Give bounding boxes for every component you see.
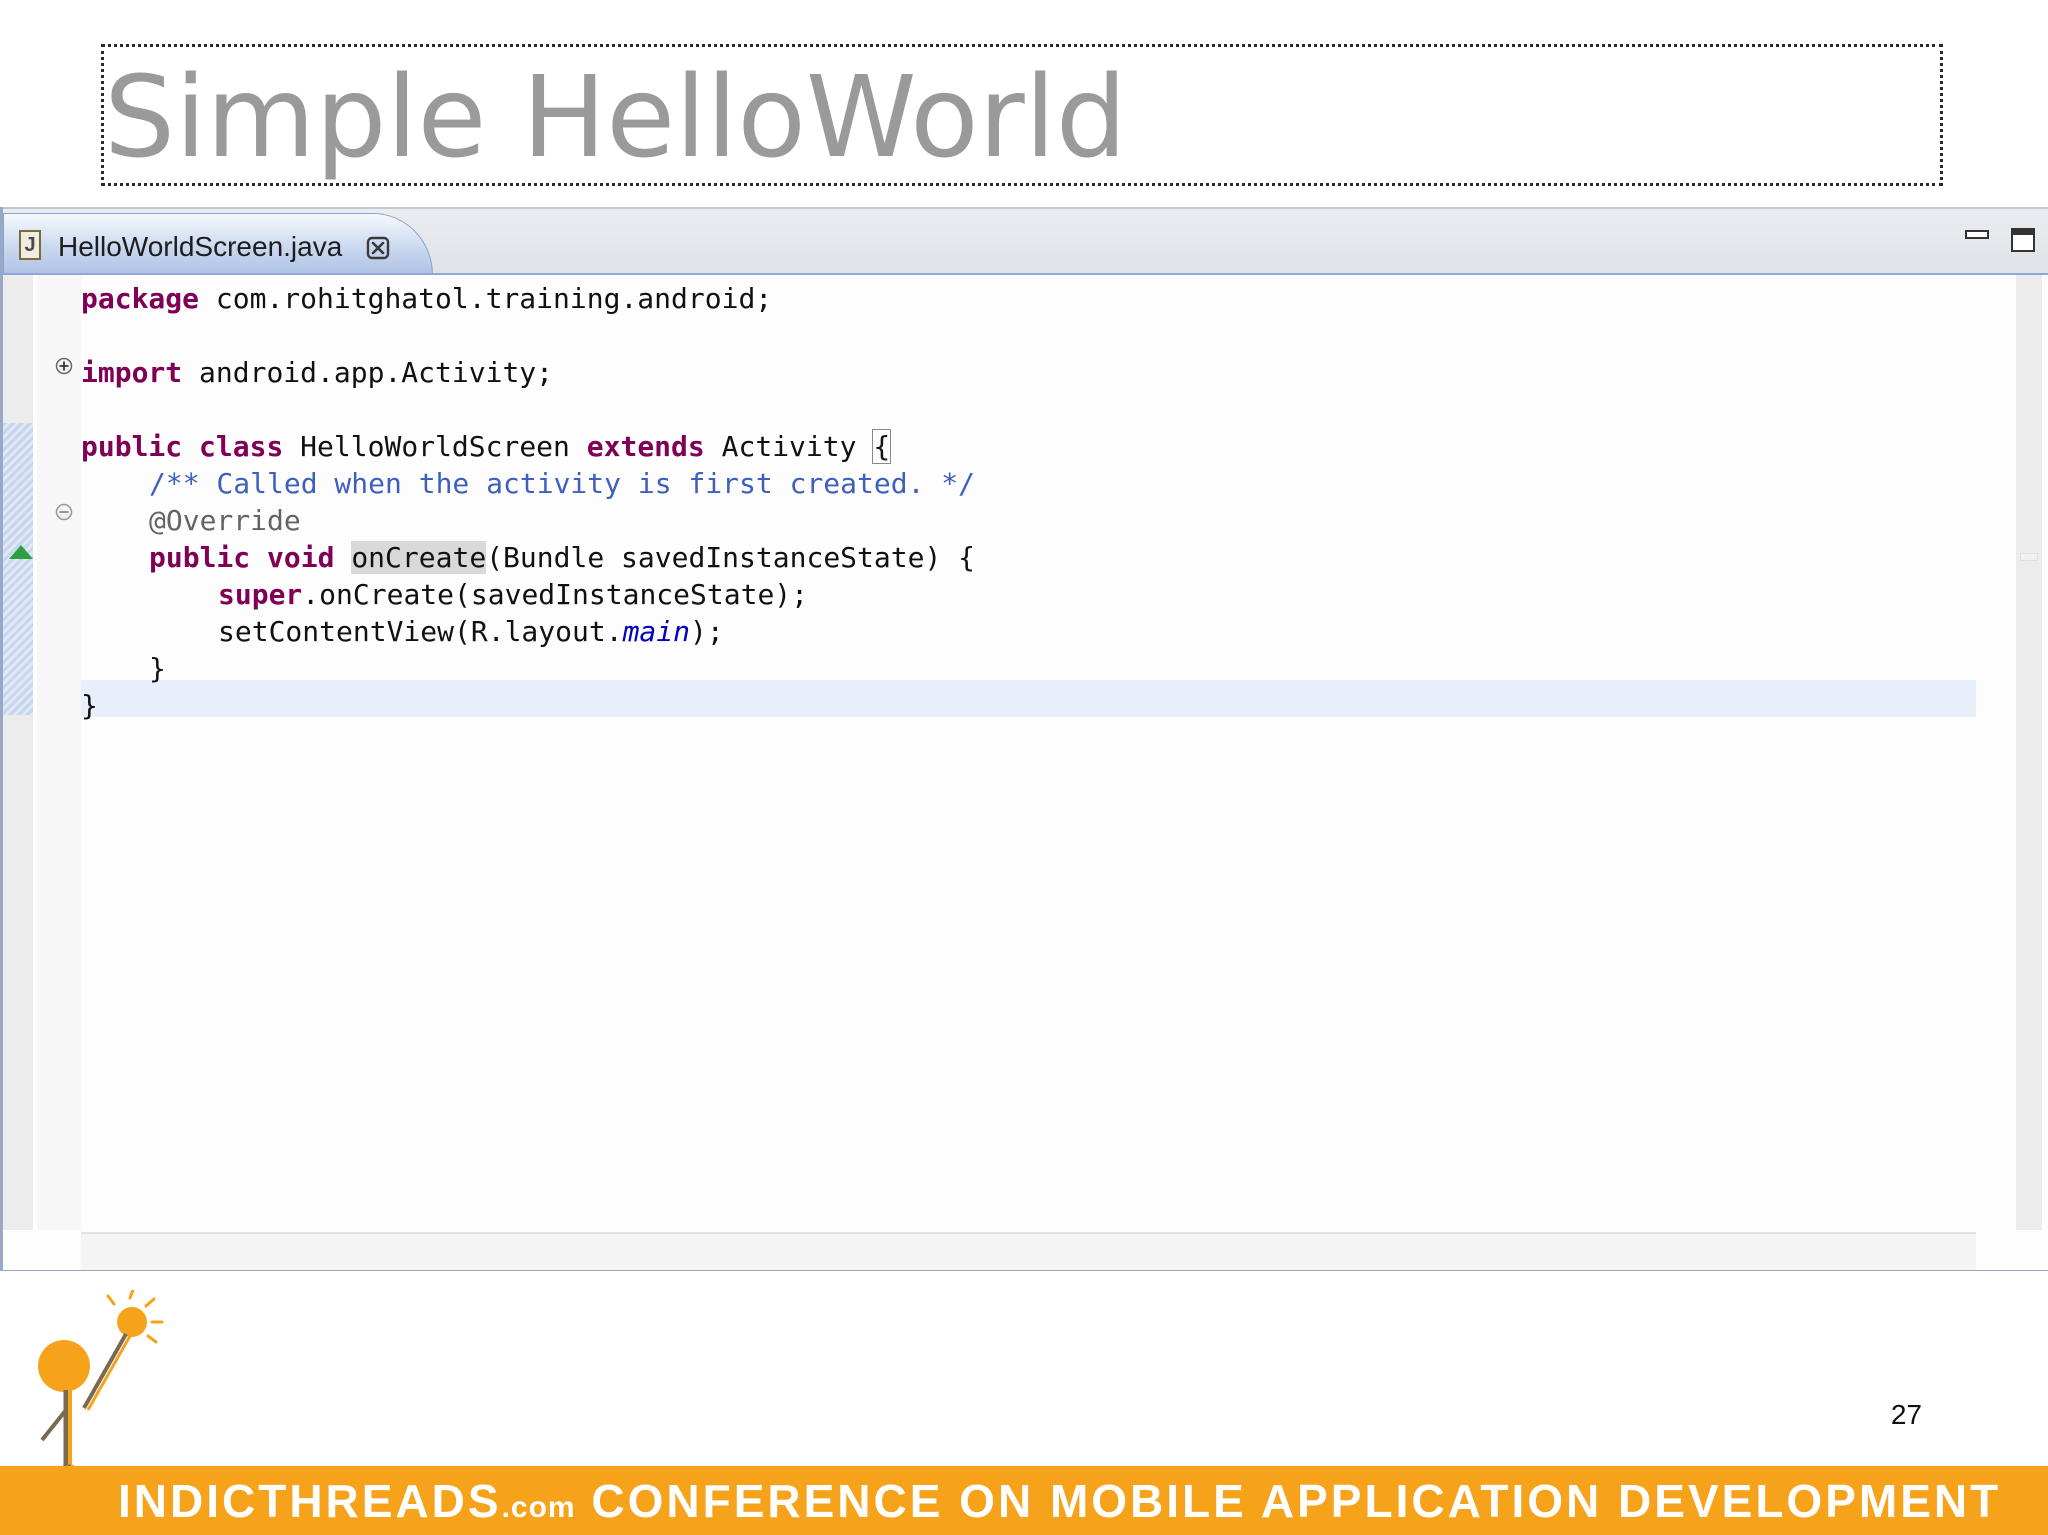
- keyword: public: [149, 541, 251, 574]
- keyword: extends: [586, 430, 705, 463]
- code-text-area[interactable]: package com.rohitghatol.training.android…: [81, 275, 1976, 1230]
- keyword: void: [267, 541, 335, 574]
- footer-conference-name: CONFERENCE ON MOBILE APPLICATION DEVELOP…: [575, 1475, 2002, 1527]
- warning-triangle-icon[interactable]: [9, 545, 33, 559]
- code-line-class-close: }: [81, 687, 98, 724]
- keyword: super: [218, 578, 303, 611]
- code-text: (Bundle savedInstanceState) {: [486, 541, 976, 574]
- code-text: }: [149, 652, 166, 685]
- keyword: package: [81, 282, 200, 315]
- keyword: import: [81, 356, 183, 389]
- code-text: Activity: [704, 430, 874, 463]
- quick-diff-band: [3, 423, 33, 715]
- editor-tab-bar: J HelloWorldScreen.java: [3, 207, 2048, 275]
- code-text: com.rohitghatol.training.android;: [199, 282, 773, 315]
- java-file-icon: J: [19, 230, 41, 260]
- code-line-package: package com.rohitghatol.training.android…: [81, 280, 772, 317]
- static-field: main: [622, 615, 691, 648]
- maximize-icon[interactable]: [2009, 225, 2037, 253]
- vertical-ruler: [3, 275, 33, 1230]
- editor-body: package com.rohitghatol.training.android…: [3, 273, 2048, 1270]
- code-line-super-call: super.onCreate(savedInstanceState);: [218, 576, 808, 613]
- code-line-class-decl: public class HelloWorldScreen extends Ac…: [81, 428, 892, 465]
- tab-label: HelloWorldScreen.java: [58, 231, 343, 262]
- close-icon[interactable]: [366, 236, 390, 260]
- code-text: android.app.Activity;: [182, 356, 554, 389]
- code-text: }: [81, 689, 98, 722]
- code-line-import: import android.app.Activity;: [81, 354, 553, 391]
- line-gutter: [37, 275, 82, 1230]
- minus-circle-icon[interactable]: [55, 503, 73, 521]
- code-text: setContentView(R.layout.: [218, 615, 623, 648]
- keyword: class: [199, 430, 284, 463]
- code-line-set-content-view: setContentView(R.layout.main);: [218, 613, 724, 650]
- editor-tab-helloworldscreen[interactable]: J HelloWorldScreen.java: [3, 213, 433, 275]
- footer-banner: INDICTHREADS.com CONFERENCE ON MOBILE AP…: [0, 1466, 2048, 1535]
- code-line-annotation: @Override: [149, 502, 301, 539]
- current-line-highlight: [81, 680, 1976, 717]
- horizontal-scrollbar[interactable]: [81, 1232, 1976, 1270]
- footer-domain: .com: [501, 1491, 576, 1524]
- code-text: );: [690, 615, 724, 648]
- overview-ruler[interactable]: [2016, 275, 2042, 1230]
- code-text: .onCreate(savedInstanceState);: [302, 578, 809, 611]
- plus-circle-icon[interactable]: [55, 357, 73, 375]
- overview-marker[interactable]: [2020, 553, 2038, 561]
- footer-brand: INDICTHREADS: [118, 1475, 502, 1527]
- minimize-icon[interactable]: [1963, 225, 1991, 253]
- javadoc-comment: /** Called when the activity is first cr…: [149, 467, 976, 500]
- code-text: HelloWorldScreen: [283, 430, 587, 463]
- java-editor-window: J HelloWorldScreen.java package com.rohi…: [0, 207, 2048, 1271]
- code-line-comment: /** Called when the activity is first cr…: [149, 465, 975, 502]
- slide-title: Simple HelloWorld: [104, 53, 1127, 183]
- method-occurrence-highlight: onCreate: [351, 541, 487, 574]
- annotation: @Override: [149, 504, 301, 537]
- footer-text: INDICTHREADS.com CONFERENCE ON MOBILE AP…: [118, 1476, 2001, 1533]
- code-line-method-decl: public void onCreate(Bundle savedInstanc…: [149, 539, 975, 576]
- matching-bracket: {: [872, 429, 892, 464]
- title-placeholder: Simple HelloWorld: [101, 44, 1943, 186]
- keyword: public: [81, 430, 183, 463]
- page-number: 27: [1890, 1399, 1922, 1430]
- code-line-method-close: }: [149, 650, 166, 687]
